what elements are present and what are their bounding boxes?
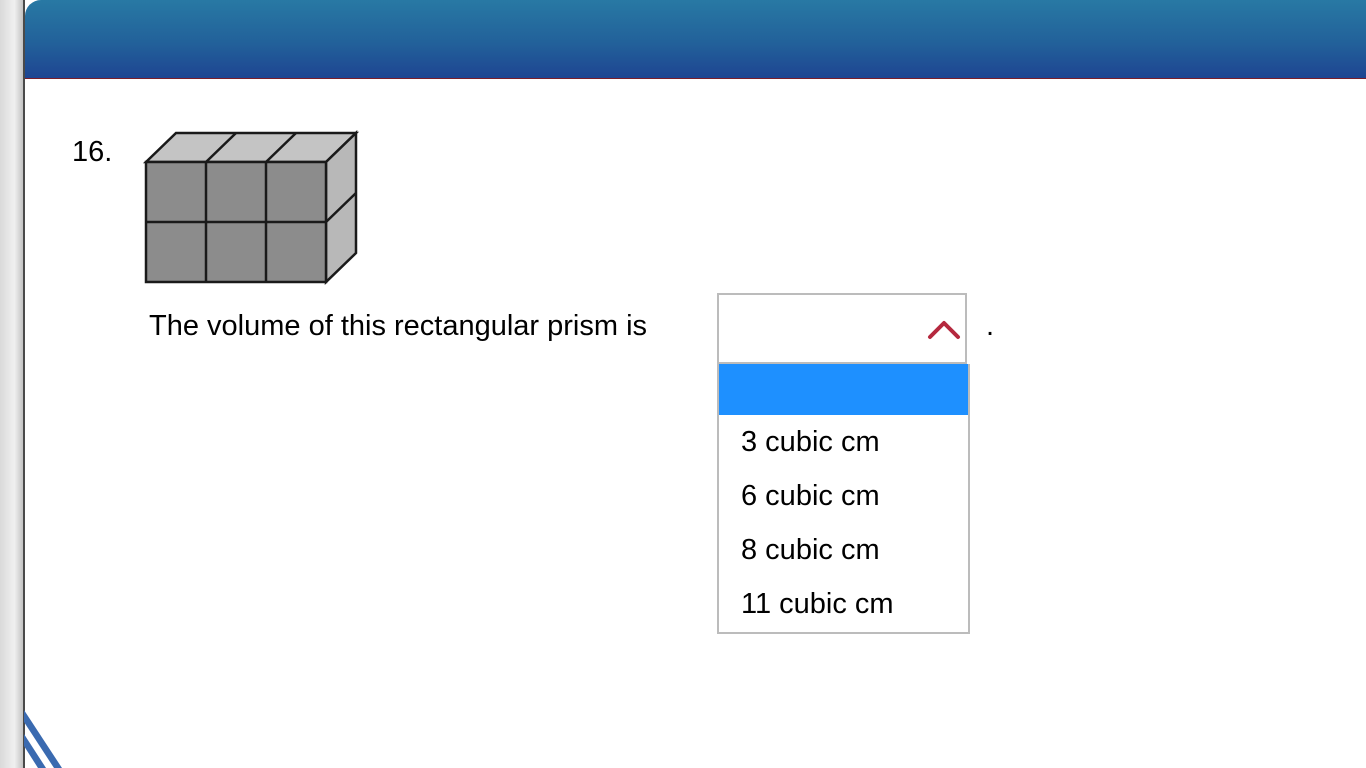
answer-dropdown[interactable] (717, 293, 967, 364)
dropdown-option-8-cubic-cm[interactable]: 8 cubic cm (719, 523, 968, 577)
rectangular-prism-image (140, 128, 365, 288)
answer-dropdown-list: 3 cubic cm 6 cubic cm 8 cubic cm 11 cubi… (717, 364, 970, 634)
sentence-period: . (986, 310, 995, 342)
corner-stripes-decoration (24, 700, 84, 768)
chevron-up-icon[interactable] (927, 317, 961, 341)
dropdown-option-11-cubic-cm[interactable]: 11 cubic cm (719, 577, 968, 631)
header-bar (25, 0, 1366, 79)
question-text: The volume of this rectangular prism is (149, 310, 648, 342)
window-left-border (23, 0, 25, 768)
question-number: 16. (72, 136, 113, 168)
dropdown-option-blank[interactable] (719, 364, 968, 415)
dropdown-option-6-cubic-cm[interactable]: 6 cubic cm (719, 469, 968, 523)
dropdown-option-3-cubic-cm[interactable]: 3 cubic cm (719, 415, 968, 469)
window-left-frame (0, 0, 24, 768)
